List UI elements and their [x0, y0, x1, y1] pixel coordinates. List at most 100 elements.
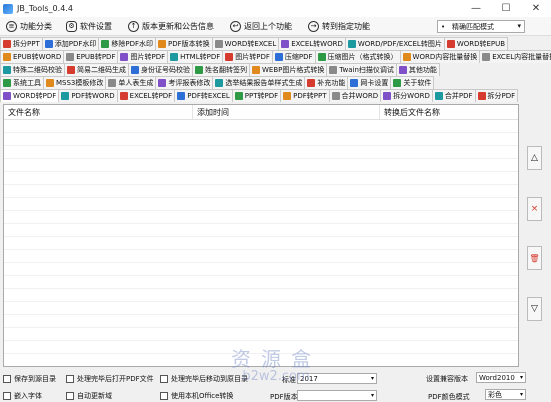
- tab-item[interactable]: 拆分PDF: [474, 89, 519, 102]
- tab-row: 特殊二维码校验 简易二维码生成 身份证号码校验 姓名翻转签列 WEBP图片格式转换 Twa…: [0, 63, 551, 76]
- tab-item[interactable]: WORD/PDF/EXCEL转图片: [344, 37, 445, 50]
- tab-item[interactable]: 图片转PDF: [117, 50, 169, 63]
- pdf-color-select[interactable]: 彩色 ▾: [485, 389, 526, 400]
- use-office-checkbox[interactable]: 使用本机Office转换: [160, 391, 233, 401]
- checkbox-box: [3, 392, 11, 400]
- checkbox-box: [3, 375, 11, 383]
- menu-update-button[interactable]: ↑ 版本更新和公告信息: [126, 18, 216, 35]
- tab-icon: [46, 79, 54, 87]
- chevron-down-icon: ▾: [370, 375, 374, 382]
- move-up-button[interactable]: △: [527, 146, 542, 170]
- tab-item[interactable]: PDF转WORD: [58, 89, 118, 102]
- goto-function-button[interactable]: → 转到指定功能: [306, 18, 372, 35]
- auto-update-checkbox[interactable]: 自动更新域: [66, 391, 112, 401]
- tab-item[interactable]: 考评报表修改: [155, 76, 214, 89]
- tab-item[interactable]: 简易二维码生成: [64, 63, 129, 76]
- column-header-output[interactable]: 转换后文件名称: [380, 105, 518, 119]
- tab-item[interactable]: EXCEL转WORD: [278, 37, 346, 50]
- pdf-version-select[interactable]: ▾: [297, 390, 377, 401]
- maximize-button[interactable]: ☐: [491, 0, 521, 17]
- tab-icon: [215, 79, 224, 87]
- tab-icon: [398, 66, 407, 74]
- tab-icon: [482, 53, 491, 61]
- minimize-button[interactable]: —: [461, 0, 491, 17]
- tab-item[interactable]: PDF版本转换: [155, 37, 213, 50]
- standard-select[interactable]: 2017 ▾: [297, 373, 377, 384]
- tab-item[interactable]: 合并PDF: [431, 89, 476, 102]
- move-down-button[interactable]: ▽: [527, 297, 542, 321]
- column-header-filename[interactable]: 文件名称: [4, 105, 193, 119]
- tab-item[interactable]: 拆分WORD: [380, 89, 433, 102]
- pdf-version-label: PDF版本: [270, 393, 298, 401]
- tab-item[interactable]: 压缩图片（格式转换）: [314, 50, 401, 63]
- tab-item[interactable]: HTML转PDF: [167, 50, 224, 63]
- tab-label: 选举结果报告单样式生成: [225, 79, 303, 87]
- remove-item-button[interactable]: ×: [527, 197, 542, 221]
- tab-item[interactable]: 关于软件: [390, 76, 435, 89]
- tab-item[interactable]: 身份证号码校验: [128, 63, 193, 76]
- column-header-time[interactable]: 添加时间: [193, 105, 380, 119]
- tab-item[interactable]: PDF转PPT: [280, 89, 330, 102]
- embed-font-checkbox[interactable]: 嵌入字体: [3, 391, 42, 401]
- tab-item[interactable]: 网卡设置: [347, 76, 392, 89]
- match-mode-value: 精确匹配模式: [452, 22, 494, 31]
- match-mode-select[interactable]: • 精确匹配模式 ▾: [437, 20, 525, 33]
- tab-label: 系统工具: [13, 79, 41, 87]
- checkbox-box: [160, 375, 168, 383]
- clear-list-button[interactable]: 🗑: [527, 246, 542, 270]
- tab-item[interactable]: 拆分PPT: [0, 37, 43, 50]
- tab-item[interactable]: WORD转PDF: [0, 89, 60, 102]
- tab-item[interactable]: 单人表生成: [105, 76, 157, 89]
- tab-item[interactable]: 补充功能: [304, 76, 349, 89]
- tab-label: 考评报表修改: [168, 79, 211, 87]
- menu-settings-button[interactable]: ⚙ 软件设置: [64, 18, 114, 35]
- tab-label: PDF转WORD: [71, 92, 115, 100]
- tab-item[interactable]: MSS3模板修改: [43, 76, 107, 89]
- tab-item[interactable]: EXCEL内容批量替换: [479, 50, 551, 63]
- compat-select[interactable]: Word2010 ▾: [476, 372, 526, 383]
- tab-icon: [274, 53, 283, 61]
- tab-item[interactable]: PDF转EXCEL: [174, 89, 233, 102]
- checkbox-box: [160, 392, 168, 400]
- tab-item[interactable]: 添加PDF水印: [41, 37, 100, 50]
- tab-icon: [131, 66, 139, 74]
- back-button[interactable]: ↩ 返回上个功能: [228, 18, 294, 35]
- move-source-checkbox[interactable]: 处理完毕后移动到原目录: [160, 374, 248, 384]
- title-bar: JB_Tools_0.4.4 — ☐ ✕: [0, 0, 551, 17]
- tab-item[interactable]: 选举结果报告单样式生成: [212, 76, 306, 89]
- tab-label: HTML转PDF: [180, 53, 221, 61]
- tab-item[interactable]: PPT转PDF: [231, 89, 282, 102]
- open-pdf-checkbox[interactable]: 处理完毕后打开PDF文件: [66, 374, 154, 384]
- menu-category-label: 功能分类: [20, 21, 52, 31]
- window-controls: — ☐ ✕: [461, 0, 551, 17]
- tab-icon: [331, 92, 340, 100]
- tab-label: EPUB转WORD: [13, 53, 62, 61]
- tab-item[interactable]: WORD内容批量替换: [399, 50, 481, 63]
- tab-item[interactable]: 压缩PDF: [271, 50, 316, 63]
- tab-item[interactable]: EPUB转WORD: [0, 50, 65, 63]
- tab-item[interactable]: 系统工具: [0, 76, 44, 89]
- tab-item[interactable]: 姓名翻转签列: [192, 63, 250, 76]
- tab-icon: [234, 92, 243, 100]
- tab-icon: [120, 53, 129, 61]
- app-icon: [3, 3, 13, 14]
- tab-item[interactable]: EPUB转PDF: [63, 50, 119, 63]
- hamburger-icon: ≡: [6, 20, 17, 32]
- goto-function-label: 转到指定功能: [322, 21, 370, 31]
- menu-category-button[interactable]: ≡ 功能分类: [4, 18, 54, 35]
- tab-item[interactable]: Twain扫描仪调试: [326, 63, 397, 76]
- menu-update-label: 版本更新和公告信息: [142, 21, 214, 31]
- tab-item[interactable]: 特殊二维码校验: [0, 63, 65, 76]
- tab-item[interactable]: WEBP图片格式转换: [249, 63, 328, 76]
- tab-item[interactable]: 合并WORD: [328, 89, 382, 102]
- tab-icon: [66, 53, 75, 61]
- tab-item[interactable]: 移除PDF水印: [98, 37, 156, 50]
- tab-item[interactable]: 其他功能: [395, 63, 440, 76]
- tab-item[interactable]: WORD转EXCEL: [211, 37, 280, 50]
- close-button[interactable]: ✕: [521, 0, 551, 17]
- tab-item[interactable]: EXCEL转PDF: [116, 89, 176, 102]
- tab-item[interactable]: WORD转EPUB: [443, 37, 509, 50]
- tab-item[interactable]: 图片转PDF: [222, 50, 273, 63]
- save-to-source-checkbox[interactable]: 保存到源目录: [3, 374, 56, 384]
- file-list[interactable]: 文件名称 添加时间 转换后文件名称: [3, 104, 519, 367]
